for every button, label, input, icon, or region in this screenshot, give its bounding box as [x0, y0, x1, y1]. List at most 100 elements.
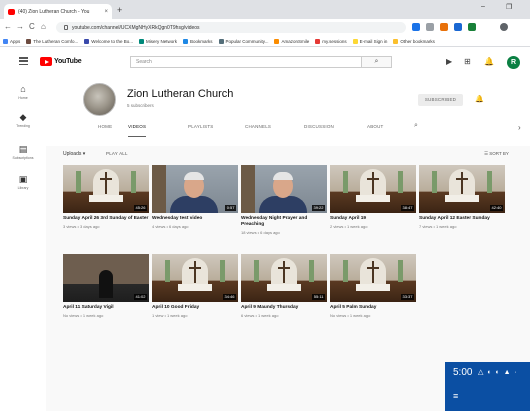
play-all-button[interactable]: PLAY ALL — [106, 151, 128, 156]
channel-avatar[interactable] — [83, 83, 116, 116]
bookmark-item[interactable]: Popular Community... — [218, 38, 268, 44]
minimize-button[interactable]: – — [481, 3, 485, 10]
video-duration: 45:26 — [133, 205, 147, 211]
notifications-icon[interactable]: 🔔 — [484, 57, 494, 67]
bookmark-item[interactable]: my.sessions — [315, 38, 347, 44]
video-thumbnail[interactable]: 38:47 — [330, 165, 416, 213]
uploads-dropdown[interactable]: Uploads ▾ — [63, 151, 85, 157]
chevron-right-icon[interactable]: › — [518, 123, 521, 132]
search-button[interactable]: ⌕ — [362, 56, 392, 68]
menu-icon[interactable] — [19, 57, 28, 65]
bookmark-item[interactable]: The Lutheran Comfo... — [26, 38, 78, 44]
video-duration: 42:40 — [489, 205, 503, 211]
video-thumbnail[interactable]: 33:37 — [330, 254, 416, 302]
sort-by-button[interactable]: ☰ SORT BY — [484, 151, 509, 157]
maximize-button[interactable]: ❐ — [506, 3, 512, 11]
video-title[interactable]: April 11 Saturday Vigil — [63, 305, 149, 311]
tab-videos[interactable]: VIDEOS — [128, 120, 147, 137]
bookmark-item[interactable]: Welcome to the Bo... — [84, 38, 133, 44]
tab-channels[interactable]: CHANNELS — [245, 120, 271, 142]
guide-item-subscriptions[interactable]: ▤ Subscriptions — [0, 144, 46, 160]
apps-grid-icon[interactable]: ⊞ — [464, 57, 471, 67]
video-meta: No views • 1 week ago — [63, 313, 104, 318]
bookmark-icon — [26, 38, 32, 44]
bookmark-item[interactable]: AmazonSmile — [274, 38, 309, 44]
system-tray-panel[interactable]: 5:00 △ ◐ ◐ ▲ · ≡ — [445, 362, 530, 411]
video-card[interactable]: 41:02 April 11 Saturday Vigil No views •… — [63, 254, 149, 318]
bookmark-icon — [138, 38, 144, 44]
channel-header: Zion Lutheran Church 5 subscribers SUBSC… — [46, 76, 530, 146]
video-card[interactable]: 33:37 April 5 Palm Sunday No views • 1 w… — [330, 254, 416, 318]
browser-tab-strip: (40) Zion Lutheran Church - You × + – ❐ — [0, 0, 530, 19]
trending-icon: ◆ — [19, 112, 27, 122]
youtube-logo[interactable]: YouTube — [40, 57, 82, 66]
guide-item-trending[interactable]: ◆ Trending — [0, 112, 46, 128]
video-thumbnail[interactable]: 45:26 — [63, 165, 149, 213]
extension-icon[interactable] — [468, 23, 476, 31]
video-title[interactable]: April 10 Good Friday — [152, 305, 238, 311]
address-bar[interactable]: youtube.com/channel/UCXMgNHyXRkQgn0T9hsg… — [56, 22, 406, 33]
video-thumbnail[interactable]: 55:11 — [241, 254, 327, 302]
subscriber-count: 5 subscribers — [127, 103, 154, 108]
forward-button[interactable]: → — [16, 22, 24, 32]
notification-bell-icon[interactable]: 🔔 — [475, 95, 484, 103]
browser-tab-title: (40) Zion Lutheran Church - You — [18, 8, 90, 15]
bookmark-apps[interactable]: Apps — [3, 38, 20, 44]
video-card[interactable]: 45:26 Sunday April 26 3rd Sunday of East… — [63, 165, 149, 229]
video-meta: 18 views • 6 days ago — [241, 230, 280, 235]
channel-search-icon[interactable]: ⌕ — [414, 122, 418, 130]
video-title[interactable]: Wednesday test video — [152, 216, 238, 222]
video-thumbnail[interactable]: 41:02 — [63, 254, 149, 302]
tray-status-icons[interactable]: △ ◐ ◐ ▲ · — [478, 368, 518, 376]
extension-icon[interactable] — [454, 23, 462, 31]
video-duration: 33:37 — [400, 294, 414, 300]
reload-button[interactable]: C — [29, 22, 35, 32]
video-title[interactable]: Sunday April 26 3rd Sunday of Easter — [63, 216, 149, 222]
video-thumbnail[interactable]: 0:57 — [152, 165, 238, 213]
tab-discussion[interactable]: DISCUSSION — [304, 120, 334, 142]
video-thumbnail[interactable]: 42:40 — [419, 165, 505, 213]
home-icon: ⌂ — [20, 84, 26, 94]
video-title[interactable]: Sunday April 12 Easter Sunday — [419, 216, 505, 222]
back-button[interactable]: ← — [4, 22, 12, 32]
tab-close-icon[interactable]: × — [104, 9, 108, 15]
video-duration: 38:47 — [400, 205, 414, 211]
tab-home[interactable]: HOME — [98, 120, 112, 142]
search-input[interactable]: Search — [130, 56, 362, 68]
video-card[interactable]: 34:46 April 10 Good Friday 1 view • 1 we… — [152, 254, 238, 318]
create-video-icon[interactable]: ▶ — [446, 57, 452, 67]
browser-tab[interactable]: (40) Zion Lutheran Church - You × — [4, 4, 112, 19]
video-card[interactable]: 38:47 Sunday April 19 2 views • 1 week a… — [330, 165, 416, 229]
extension-icon[interactable] — [412, 23, 420, 31]
video-thumbnail[interactable]: 39:22 — [241, 165, 327, 213]
guide-item-library[interactable]: ▣ Library — [0, 174, 46, 190]
tab-about[interactable]: ABOUT — [367, 120, 384, 142]
bookmark-star-icon[interactable] — [426, 23, 434, 31]
video-title[interactable]: Sunday April 19 — [330, 216, 416, 222]
hamburger-menu-icon[interactable]: ≡ — [453, 391, 458, 401]
video-meta: 6 views • 1 week ago — [241, 313, 279, 318]
youtube-favicon-icon — [8, 8, 15, 15]
video-card[interactable]: 39:22 Wednesday Night Prayer and Preachi… — [241, 165, 327, 235]
subscribed-button[interactable]: SUBSCRIBED — [418, 94, 463, 106]
bookmark-item[interactable]: Bookmarks — [183, 38, 213, 44]
url-text[interactable]: youtube.com/channel/UCXMgNHyXRkQgn0T9hsg… — [72, 25, 200, 31]
video-title[interactable]: April 5 Palm Sunday — [330, 305, 416, 311]
video-thumbnail[interactable]: 34:46 — [152, 254, 238, 302]
account-avatar[interactable]: R — [507, 56, 520, 69]
tab-playlists[interactable]: PLAYLISTS — [188, 120, 213, 142]
new-tab-button[interactable]: + — [117, 4, 122, 16]
bookmark-item[interactable]: Misery Network — [138, 38, 177, 44]
video-card[interactable]: 55:11 April 9 Maundy Thursday 6 views • … — [241, 254, 327, 318]
guide-item-home[interactable]: ⌂ Home — [0, 84, 46, 100]
home-button[interactable]: ⌂ — [41, 22, 46, 32]
video-title[interactable]: April 9 Maundy Thursday — [241, 305, 327, 311]
other-bookmarks[interactable]: Other bookmarks — [393, 38, 435, 44]
bookmark-item[interactable]: E-mail Sign in — [352, 38, 387, 44]
bookmark-icon — [84, 38, 90, 44]
video-card[interactable]: 0:57 Wednesday test video 4 views • 6 da… — [152, 165, 238, 229]
extension-icon[interactable] — [440, 23, 448, 31]
video-title[interactable]: Wednesday Night Prayer and Preaching — [241, 216, 327, 228]
profile-icon[interactable] — [500, 23, 508, 31]
video-card[interactable]: 42:40 Sunday April 12 Easter Sunday 7 vi… — [419, 165, 505, 229]
